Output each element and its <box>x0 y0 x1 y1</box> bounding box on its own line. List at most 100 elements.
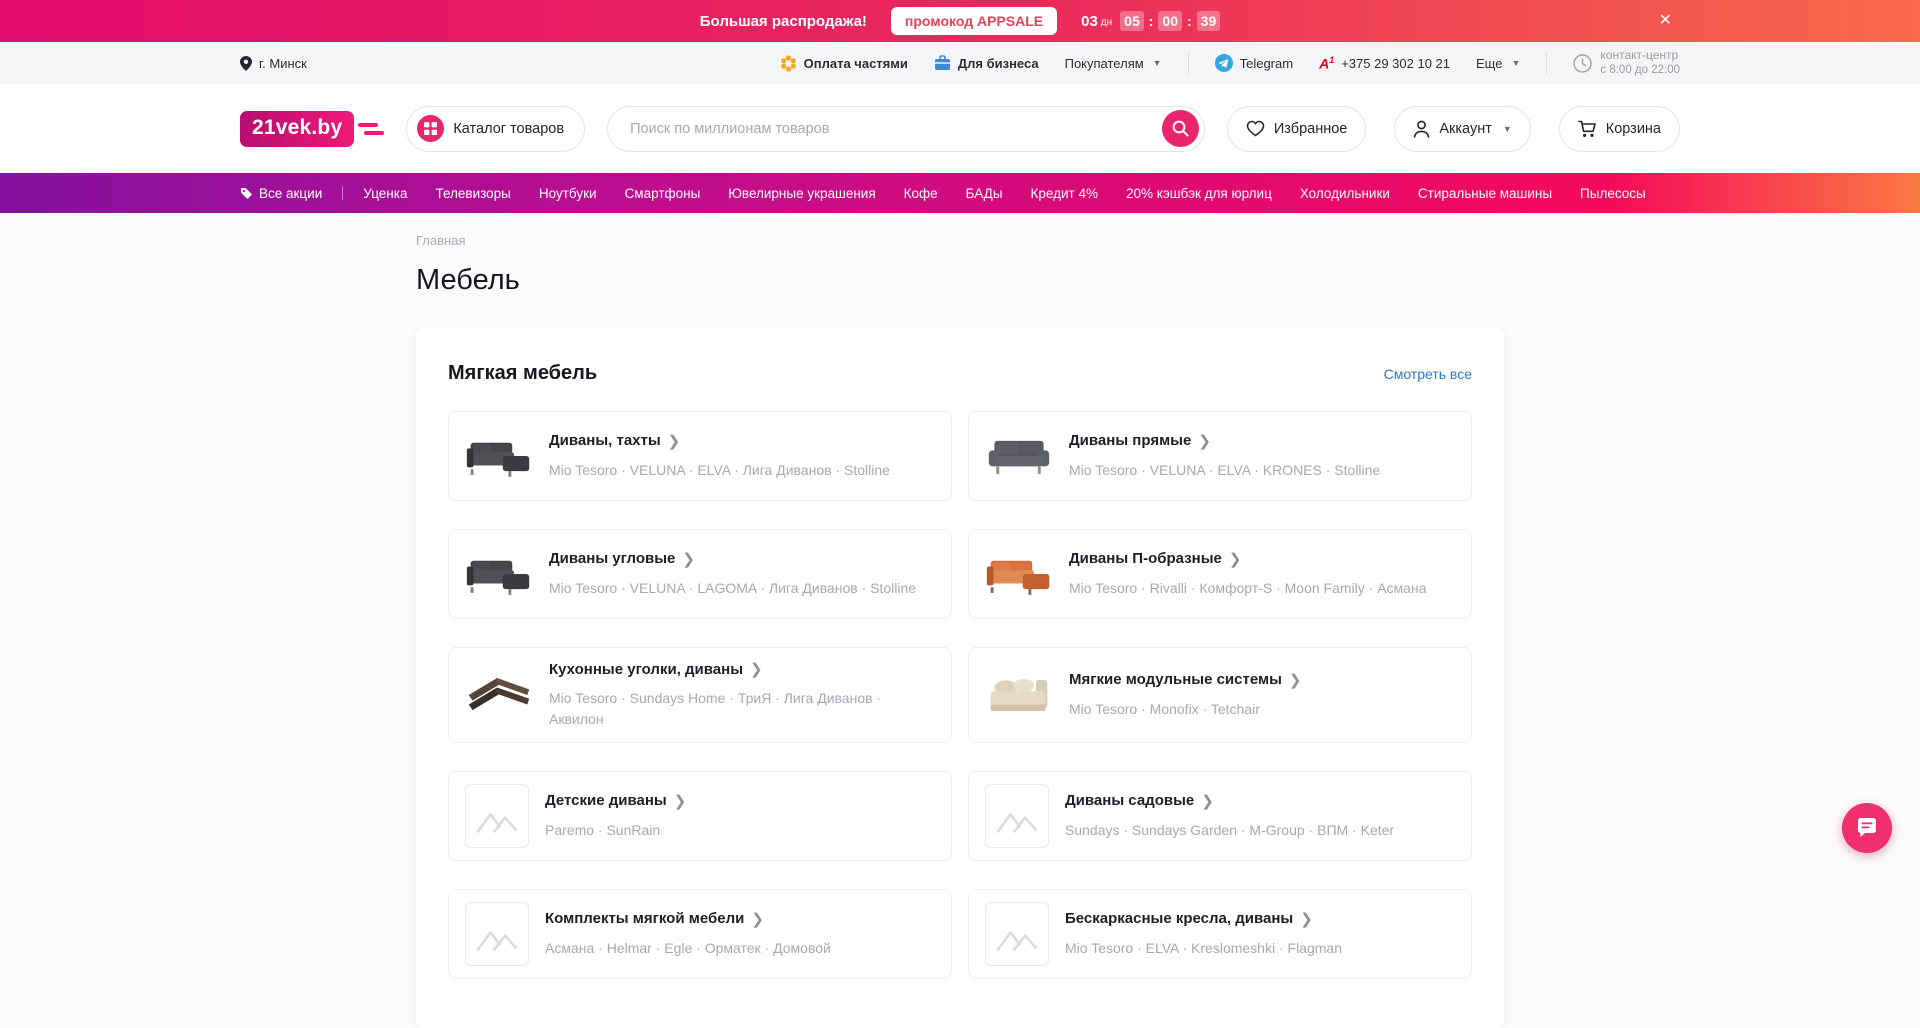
nav-item-label: Все акции <box>259 186 322 201</box>
nav-item-washers[interactable]: Стиральные машины <box>1418 186 1552 201</box>
tile-brands: Mio Tesoro · Rivalli · Комфорт-S · Moon … <box>1069 578 1426 599</box>
tile-kids-sofas[interactable]: Детские диваны❯ Paremo · SunRain <box>448 771 952 861</box>
site-logo[interactable]: 21vek.by <box>240 111 384 147</box>
page-title: Мебель <box>416 264 1504 297</box>
nav-item-cashback[interactable]: 20% кэшбэк для юрлиц <box>1126 186 1272 201</box>
telegram-link[interactable]: Telegram <box>1215 54 1293 72</box>
sale-text: Большая распродажа! <box>700 13 867 30</box>
installments-link[interactable]: Оплата частями <box>780 55 908 72</box>
nav-item-vacuums[interactable]: Пылесосы <box>1580 186 1646 201</box>
tile-title: Комплекты мягкой мебели <box>545 910 744 927</box>
modular-sofa-beige-image <box>985 663 1053 727</box>
grid-icon <box>417 115 444 142</box>
nav-item-discount[interactable]: Уценка <box>363 186 407 201</box>
heart-icon <box>1246 120 1265 137</box>
tile-straight-sofas[interactable]: Диваны прямые❯ Mio Tesoro · VELUNA · ELV… <box>968 411 1472 501</box>
nav-item-smartphones[interactable]: Смартфоны <box>625 186 701 201</box>
nav-item-credit[interactable]: Кредит 4% <box>1031 186 1098 201</box>
chevron-right-icon: ❯ <box>1289 671 1302 689</box>
catalog-button[interactable]: Каталог товаров <box>406 106 585 152</box>
tile-title: Диваны прямые <box>1069 432 1191 449</box>
countdown-days: 03 <box>1081 13 1098 30</box>
nav-item-label: Стиральные машины <box>1418 186 1552 201</box>
nav-item-label: Ноутбуки <box>539 186 597 201</box>
divider <box>1188 52 1189 74</box>
tile-title: Бескаркасные кресла, диваны <box>1065 910 1293 927</box>
nav-item-label: Кофе <box>904 186 938 201</box>
see-all-link[interactable]: Смотреть все <box>1384 366 1472 382</box>
corner-sofa-orange-image <box>985 542 1053 606</box>
nav-item-label: Пылесосы <box>1580 186 1646 201</box>
nav-item-label: Ювелирные украшения <box>728 186 875 201</box>
close-icon[interactable]: ✕ <box>1659 13 1672 29</box>
tile-brands: Mio Tesoro · VELUNA · ELVA · KRONES · St… <box>1069 460 1380 481</box>
tile-corner-sofas[interactable]: Диваны угловые❯ Mio Tesoro · VELUNA · LA… <box>448 529 952 619</box>
tile-frameless-chairs[interactable]: Бескаркасные кресла, диваны❯ Mio Tesoro … <box>968 889 1472 979</box>
customers-menu[interactable]: Покупателям ▼ <box>1065 56 1162 71</box>
chevron-right-icon: ❯ <box>751 910 764 928</box>
flower-icon <box>780 55 797 72</box>
nav-item-label: Кредит 4% <box>1031 186 1098 201</box>
tile-title: Мягкие модульные системы <box>1069 671 1282 688</box>
tile-sofas-ottomans[interactable]: Диваны, тахты❯ Mio Tesoro · VELUNA · ELV… <box>448 411 952 501</box>
chevron-right-icon: ❯ <box>674 792 687 810</box>
nav-item-laptops[interactable]: Ноутбуки <box>539 186 597 201</box>
phone-number: +375 29 302 10 21 <box>1341 56 1450 71</box>
cart-button[interactable]: Корзина <box>1559 106 1680 152</box>
search-button[interactable] <box>1162 110 1199 147</box>
chat-button[interactable] <box>1842 803 1892 853</box>
more-menu[interactable]: Еще ▼ <box>1476 56 1520 71</box>
countdown-seconds: 39 <box>1197 11 1221 31</box>
tile-title: Кухонные уголки, диваны <box>549 661 743 678</box>
business-link[interactable]: Для бизнеса <box>934 55 1039 71</box>
nav-item-all-promos[interactable]: Все акции <box>240 186 322 201</box>
account-button[interactable]: Аккаунт ▼ <box>1394 106 1530 152</box>
nav-item-coffee[interactable]: Кофе <box>904 186 938 201</box>
utility-bar: г. Минск Оплата частями Для бизнеса Поку… <box>0 42 1920 84</box>
kitchen-corner-bench-image <box>465 663 533 727</box>
main-header: 21vek.by Каталог товаров Избранное Аккау… <box>0 84 1920 173</box>
customers-label: Покупателям <box>1065 56 1144 71</box>
search-input[interactable] <box>608 107 1162 151</box>
tile-kitchen-corners[interactable]: Кухонные уголки, диваны ❯ Mio Tesoro · Su… <box>448 647 952 743</box>
divider <box>1546 52 1547 74</box>
nav-item-tvs[interactable]: Телевизоры <box>435 186 510 201</box>
tile-u-shaped-sofas[interactable]: Диваны П-образные❯ Mio Tesoro · Rivalli … <box>968 529 1472 619</box>
cart-icon <box>1578 120 1597 138</box>
countdown-hours: 05 <box>1120 11 1144 31</box>
tile-modular-systems[interactable]: Мягкие модульные системы ❯ Mio Tesoro · M… <box>968 647 1472 743</box>
phone-link[interactable]: A1 +375 29 302 10 21 <box>1319 55 1450 72</box>
tile-garden-sofas[interactable]: Диваны садовые❯ Sundays · Sundays Garden… <box>968 771 1472 861</box>
breadcrumb[interactable]: Главная <box>416 213 465 248</box>
contact-center-hours: с 8:00 до 22:00 <box>1600 63 1680 77</box>
divider <box>342 186 343 200</box>
chevron-right-icon: ❯ <box>750 660 763 678</box>
tile-title: Диваны П-образные <box>1069 550 1222 567</box>
telegram-label: Telegram <box>1240 56 1293 71</box>
tile-brands: Асмана · Helmar · Egle · Орматек · Домов… <box>545 938 831 959</box>
tile-brands: Mio Tesoro · Sundays Home · ТриЯ · Лига … <box>549 688 919 730</box>
cart-label: Корзина <box>1606 121 1661 137</box>
countdown-separator: : <box>1187 13 1192 29</box>
countdown-timer: 03 дн 05 : 00 : 39 <box>1081 11 1220 31</box>
tile-brands: Mio Tesoro · VELUNA · LAGOMA · Лига Дива… <box>549 578 916 599</box>
installments-label: Оплата частями <box>804 56 908 71</box>
nav-item-fridges[interactable]: Холодильники <box>1300 186 1390 201</box>
tile-title: Диваны, тахты <box>549 432 661 449</box>
tile-brands: Paremo · SunRain <box>545 820 686 841</box>
favorites-button[interactable]: Избранное <box>1227 106 1366 152</box>
nav-item-label: 20% кэшбэк для юрлиц <box>1126 186 1272 201</box>
tile-furniture-sets[interactable]: Комплекты мягкой мебели ❯ Асмана · Helmar… <box>448 889 952 979</box>
tile-brands: Mio Tesoro · Monofix · Tetchair <box>1069 699 1301 720</box>
nav-item-jewelry[interactable]: Ювелирные украшения <box>728 186 875 201</box>
city-selector[interactable]: г. Минск <box>240 56 307 71</box>
nav-item-label: Телевизоры <box>435 186 510 201</box>
clock-icon <box>1573 54 1592 73</box>
category-nav: Все акции Уценка Телевизоры Ноутбуки Сма… <box>0 173 1920 213</box>
nav-item-supplements[interactable]: БАДы <box>966 186 1003 201</box>
image-placeholder-icon <box>985 902 1049 966</box>
promo-code-button[interactable]: промокод APPSALE <box>891 7 1057 35</box>
chevron-down-icon: ▼ <box>1503 124 1512 134</box>
promo-banner: Большая распродажа! промокод APPSALE 03 … <box>0 0 1920 42</box>
chevron-down-icon: ▼ <box>1511 58 1520 68</box>
